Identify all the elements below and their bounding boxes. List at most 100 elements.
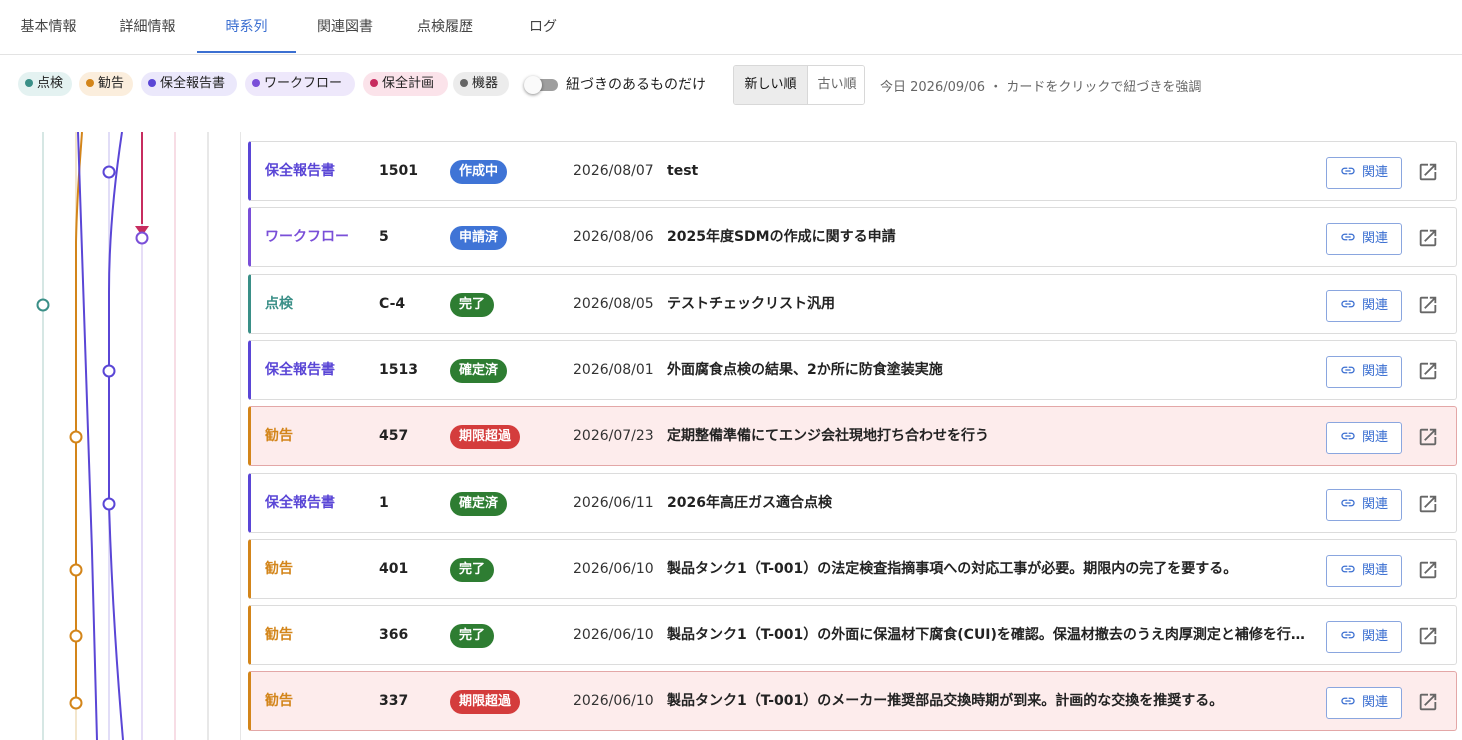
filter-chip-label: ワークフロー [264,76,343,91]
filter-chip-2[interactable]: 保全報告書 [141,72,237,96]
link-icon [1341,499,1355,506]
timeline-card[interactable]: 保全報告書 1 確定済 2026/06/11 2026年高圧ガス適合点検 関連 [248,472,1457,533]
card-title: 外面腐食点検の結果、2か所に防食塗装実施 [667,361,943,378]
timeline-card[interactable]: 勧告 401 完了 2026/06/10 製品タンク1（T-001）の法定検査指摘事項へ… [248,538,1457,599]
card-title: 2025年度SDMの作成に関する申請 [667,229,896,246]
timeline-card-list: 保全報告書 1501 作成中 2026/08/07 test 関連 ワークフロー 5 申請済 20… [240,132,1462,740]
timeline-card[interactable]: 勧告 457 期限超過 2026/07/23 定期整備準備にてエンジ会社現地打ち合わせを… [248,406,1457,467]
timeline-node-report-1[interactable] [102,497,116,511]
link-icon [1341,233,1355,241]
tab-3[interactable]: 関連図書 [297,0,393,53]
related-button[interactable]: 関連 [1326,488,1402,521]
open-in-new-button[interactable] [1417,625,1439,647]
related-button[interactable]: 関連 [1326,422,1402,455]
related-button[interactable]: 関連 [1326,355,1402,388]
open-in-new-button[interactable] [1417,493,1439,515]
card-number: 1513 [379,361,418,378]
open-in-new-icon [1419,230,1437,247]
open-in-new-icon [1419,362,1437,380]
open-in-new-icon [1419,495,1437,512]
open-in-new-button[interactable] [1417,691,1439,713]
related-button-label: 関連 [1361,363,1388,379]
filter-chip-4[interactable]: 保全計画 [363,72,448,96]
timeline-card[interactable]: 勧告 366 完了 2026/06/10 製品タンク1（T-001）の外面に保温材下腐食… [248,605,1457,666]
timeline-node-rec-366[interactable] [69,629,83,643]
status-badge: 期限超過 [450,425,521,450]
link-icon [1341,366,1355,374]
open-in-new-button[interactable] [1417,227,1439,249]
related-button[interactable]: 関連 [1326,687,1402,720]
related-button-label: 関連 [1361,562,1388,578]
timeline-node-inspection-c4[interactable] [36,298,50,312]
related-button-label: 関連 [1361,496,1388,512]
card-date: 2026/08/05 [573,295,654,312]
timeline-node-workflow-5[interactable] [135,231,149,245]
card-type: 保全報告書 [265,494,335,511]
filter-chip-label: 勧告 [98,76,125,91]
timeline-node-rec-337[interactable] [69,696,83,710]
card-title: 定期整備準備にてエンジ会社現地打ち合わせを行う [667,428,989,445]
open-in-new-button[interactable] [1417,559,1439,581]
tab-0[interactable]: 基本情報 [0,0,97,53]
connector-report-b [108,132,123,293]
related-button[interactable]: 関連 [1326,223,1402,256]
tab-4[interactable]: 点検履歴 [397,0,493,53]
card-title: test [667,163,699,179]
timeline-node-rec-401[interactable] [69,563,83,577]
link-icon [1341,167,1355,175]
related-button[interactable]: 関連 [1326,621,1402,654]
open-in-new-button[interactable] [1417,426,1439,448]
timeline-card[interactable]: 保全報告書 1513 確定済 2026/08/01 外面腐食点検の結果、2か所に防食塗装… [248,339,1457,400]
card-date: 2026/06/11 [573,494,654,511]
filter-chip-5[interactable]: 機器 [453,72,509,96]
card-date: 2026/06/10 [573,560,654,577]
filter-chip-1[interactable]: 勧告 [79,72,133,96]
card-number: 1501 [379,163,418,179]
related-button-label: 関連 [1361,165,1388,180]
card-date: 2026/08/06 [573,229,654,246]
card-date: 2026/08/01 [573,361,654,378]
timeline-node-rec-457[interactable] [69,430,83,444]
timeline-node-report-1501[interactable] [102,165,116,179]
open-in-new-icon [1419,627,1437,645]
tab-2[interactable]: 時系列 [197,0,296,53]
timeline-svg [36,132,209,740]
filter-chip-0[interactable]: 点検 [18,72,72,96]
tab-5[interactable]: ログ [493,0,593,53]
timeline-card[interactable]: 点検 C-4 完了 2026/08/05 テストチェックリスト汎用 関連 [248,273,1457,334]
tab-1[interactable]: 詳細情報 [98,0,197,53]
sort-newest-button[interactable]: 新しい順 [734,66,807,104]
open-in-new-button[interactable] [1417,360,1439,382]
legend-dot-icon [25,79,33,87]
today-hint: 今日 2026/09/06 ・ カードをクリックで紐づきを強調 [880,80,1202,95]
link-icon [1341,565,1355,573]
open-in-new-button[interactable] [1417,161,1439,183]
toggle-knob[interactable] [524,76,542,94]
card-date: 2026/06/10 [573,693,654,710]
filter-chip-3[interactable]: ワークフロー [245,72,355,96]
card-number: 337 [379,693,409,710]
filter-chip-label: 保全報告書 [160,76,226,91]
related-button[interactable]: 関連 [1326,289,1402,322]
status-badge: 作成中 [450,160,508,184]
timeline-graph [0,132,241,740]
card-title: 製品タンク1（T-001）の法定検査指摘事項への対応工事が必要。期限内の完了を要… [667,560,1238,577]
timeline-node-report-1513[interactable] [102,364,116,378]
card-type: ワークフロー [265,229,349,246]
linked-only-toggle[interactable] [524,76,558,94]
linked-only-label: 紐づきのあるものだけ [566,77,706,93]
sort-oldest-button[interactable]: 古い順 [807,66,864,104]
card-type: 勧告 [265,428,293,445]
timeline-card[interactable]: 保全報告書 1501 作成中 2026/08/07 test 関連 [248,141,1457,201]
related-button[interactable]: 関連 [1326,554,1402,587]
related-button[interactable]: 関連 [1326,157,1402,189]
status-badge: 完了 [450,624,495,649]
connector-report-c [108,503,124,740]
legend-dot-icon [252,79,260,87]
timeline-card[interactable]: ワークフロー 5 申請済 2026/08/06 2025年度SDMの作成に関する申請 関連 [248,207,1457,268]
card-title: テストチェックリスト汎用 [667,295,835,312]
filter-chip-label: 機器 [472,76,499,91]
open-in-new-icon [1419,163,1437,181]
timeline-card[interactable]: 勧告 337 期限超過 2026/06/10 製品タンク1（T-001）のメーカー推奨部… [248,671,1457,732]
open-in-new-button[interactable] [1417,294,1439,316]
